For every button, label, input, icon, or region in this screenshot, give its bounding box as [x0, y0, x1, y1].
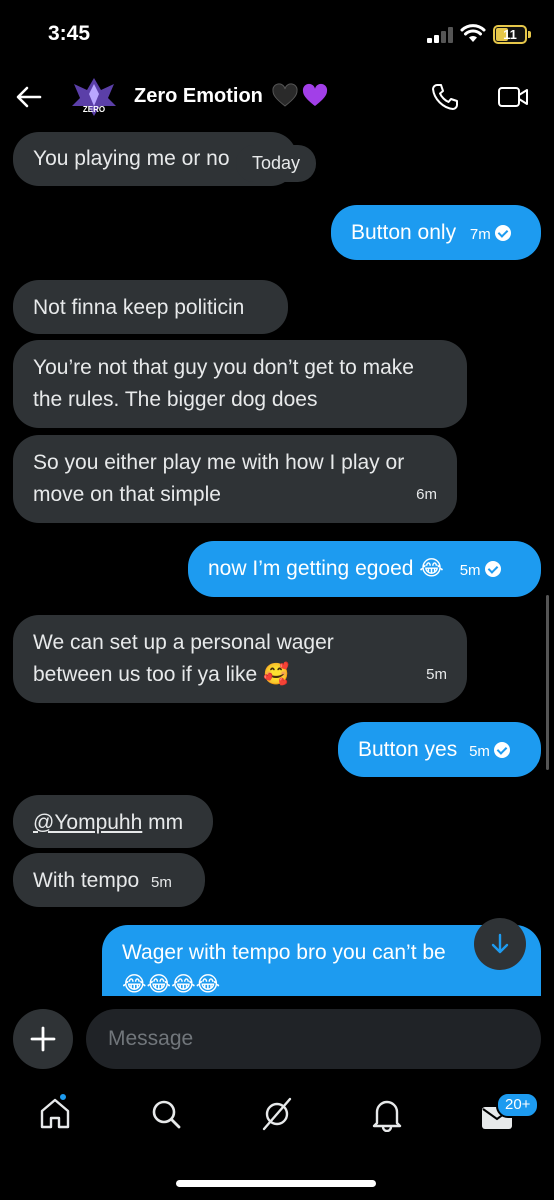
message-time: 5m: [151, 874, 172, 891]
message-bubble[interactable]: now I’m getting egoed 😂 5m: [188, 541, 541, 597]
contact-name[interactable]: Zero Emotion: [134, 85, 263, 108]
message-bubble[interactable]: Button only 7m: [331, 205, 541, 260]
avatar[interactable]: ZERO: [70, 76, 118, 118]
read-check-icon: [484, 561, 501, 577]
message-time: 6m: [416, 486, 437, 503]
message-bubble[interactable]: @Yompuhh mm: [13, 795, 213, 848]
message-text: mm: [142, 811, 184, 834]
chat-header: ZERO Zero Emotion: [0, 70, 554, 130]
wifi-icon: [460, 24, 486, 42]
home-indicator: [176, 1180, 376, 1187]
scroll-to-bottom-button[interactable]: [474, 918, 526, 970]
svg-text:ZERO: ZERO: [83, 105, 105, 114]
status-time: 3:45: [48, 22, 91, 45]
message-text: Button yes: [358, 738, 458, 761]
search-icon[interactable]: [148, 1096, 184, 1132]
video-icon[interactable]: [497, 84, 529, 110]
message-text: With tempo: [33, 869, 140, 892]
bell-icon[interactable]: [369, 1096, 405, 1132]
messages-badge: 20+: [496, 1092, 540, 1118]
message-input[interactable]: [86, 1009, 541, 1069]
message-time: 5m: [469, 743, 490, 760]
plus-icon[interactable]: [13, 1009, 73, 1069]
message-bubble[interactable]: So you either play me with how I play or…: [13, 435, 457, 523]
read-check-icon: [494, 225, 511, 241]
arrow-down-icon: [491, 933, 509, 954]
back-arrow-icon[interactable]: [14, 82, 44, 112]
tab-bar: 20+: [0, 1082, 554, 1162]
notification-dot: [58, 1092, 68, 1102]
home-icon[interactable]: [37, 1096, 73, 1132]
message-text: So you either play me with how I play or…: [33, 451, 405, 506]
message-list[interactable]: You playing me or no Today Button only 7…: [0, 130, 554, 996]
message-text: You’re not that guy you don’t get to mak…: [33, 356, 414, 411]
message-text: Button only: [351, 221, 457, 244]
scrollbar[interactable]: [546, 595, 549, 770]
message-time: 5m: [426, 666, 447, 683]
message-time: 5m: [459, 562, 481, 579]
battery-icon: 11: [493, 25, 527, 44]
battery-level: 11: [503, 27, 517, 42]
status-bar: 3:45 11: [0, 0, 554, 70]
message-bubble[interactable]: You’re not that guy you don’t get to mak…: [13, 340, 467, 428]
message-bubble[interactable]: Not finna keep politicin: [13, 280, 288, 334]
message-bubble[interactable]: Button yes 5m: [338, 722, 541, 777]
black-heart-icon: [272, 83, 298, 107]
message-bubble[interactable]: We can set up a personal wager between u…: [13, 615, 467, 703]
message-bubble[interactable]: With tempo 5m: [13, 853, 205, 907]
message-text: Wager with tempo bro you can’t be 😂😂😂😂: [122, 941, 446, 996]
read-check-icon: [493, 742, 510, 758]
message-text: now I’m getting egoed 😂: [208, 557, 444, 580]
message-text: Not finna keep politicin: [33, 296, 245, 319]
date-divider: Today: [236, 145, 317, 182]
purple-heart-icon: [302, 83, 328, 106]
message-composer: [0, 1008, 554, 1072]
cellular-signal-icon: [427, 27, 455, 43]
message-text: You playing me or no: [33, 147, 230, 170]
message-text: We can set up a personal wager between u…: [33, 631, 334, 686]
message-time: 7m: [469, 226, 491, 243]
grok-icon[interactable]: [259, 1096, 295, 1132]
user-mention-link[interactable]: @Yompuhh: [33, 811, 142, 834]
phone-icon[interactable]: [430, 82, 460, 112]
